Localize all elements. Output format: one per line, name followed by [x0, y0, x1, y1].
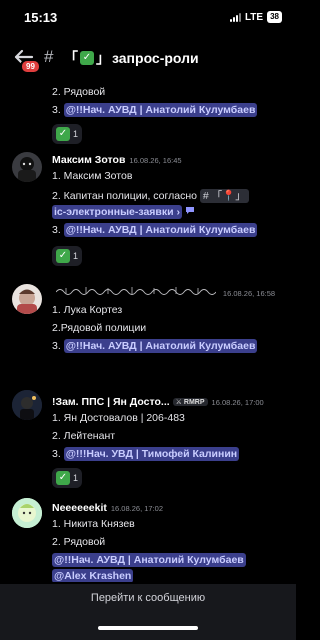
server-tag: ⚔ RMRP — [172, 398, 208, 406]
bracket-close: 」 — [96, 50, 110, 66]
message-line: 2. Рядовой — [52, 86, 106, 98]
status-icons: LTE 38 — [229, 11, 282, 23]
message-line: 1. Максим Зотов — [52, 170, 133, 182]
home-indicator — [98, 626, 198, 630]
channel-title[interactable]: 「 ✓ 」 запрос-роли — [64, 48, 199, 68]
clock: 15:13 — [24, 10, 58, 25]
message-line: 2. Рядовой — [52, 536, 106, 548]
message-line: 3. @!!Нач. АУВД | Анатолий Кулумбаев — [52, 103, 258, 117]
check-emoji-icon: ✓ — [80, 51, 94, 65]
bracket-open: 「 — [64, 50, 78, 66]
message-line: 3. @!!Нач. АУВД | Анатолий Кулумбаев — [52, 339, 258, 353]
network-label: LTE — [244, 11, 264, 23]
role-mention[interactable]: @!!Нач. АУВД | Анатолий Кулумбаев — [63, 223, 258, 237]
check-emoji-icon: ✓ — [55, 249, 70, 263]
message-line: 3. @!!!Нач. УВД | Тимофей Калинин — [52, 447, 240, 461]
message-line: 1. Никита Князев — [52, 518, 135, 530]
message-line: 3. @!!Нач. АУВД | Анатолий Кулумбаев — [52, 223, 258, 237]
jump-to-message-label: Перейти к сообщению — [90, 592, 206, 604]
avatar[interactable] — [12, 284, 42, 314]
message-timestamp: 16.08.26, 17:02 — [110, 504, 164, 513]
message-author[interactable]: !Зам. ППС | Ян Досто... ⚔ RMRP 16.08.26, 1… — [52, 396, 264, 408]
speech-bubble-icon — [185, 207, 194, 214]
avatar[interactable] — [12, 498, 42, 528]
channel-hash-icon: # — [44, 47, 54, 66]
message-line: ic-электронные-заявки › — [52, 205, 195, 219]
check-emoji-icon: ✓ — [55, 127, 70, 141]
role-mention[interactable]: @!!Нач. АУВД | Анатолий Кулумбаев — [63, 103, 258, 117]
channel-link[interactable]: ic-электронные-заявки › — [52, 205, 182, 219]
unread-badge: 99 — [20, 59, 41, 74]
message-feed[interactable]: 2. Рядовой 3. @!!Нач. АУВД | Анатолий Ку… — [0, 80, 296, 582]
reaction-chip[interactable]: ✓ 1 — [52, 246, 82, 266]
message-line: 2. Лейтенант — [52, 430, 116, 442]
decorative-nickname — [55, 287, 217, 295]
role-mention[interactable]: @!!Нач. АУВД | Анатолий Кулумбаев — [63, 339, 258, 353]
jump-to-message-bar[interactable]: Перейти к сообщению — [0, 584, 296, 640]
message-author[interactable]: Neeeeeekit 16.08.26, 17:02 — [52, 502, 163, 514]
role-mention[interactable]: @!!!Нач. УВД | Тимофей Калинин — [63, 447, 240, 461]
message-line: @!!Нач. АУВД | Анатолий Кулумбаев — [52, 553, 246, 567]
check-emoji-icon: ✓ — [55, 471, 70, 485]
message-line: 1. Ян Достовалов | 206-483 — [52, 412, 185, 424]
message-line: @Alex Krashen — [52, 569, 134, 582]
user-mention[interactable]: @Alex Krashen — [52, 569, 134, 582]
message-author[interactable]: Максим Зотов 16.08.26, 16:45 — [52, 154, 182, 166]
avatar[interactable] — [12, 390, 42, 420]
avatar[interactable] — [12, 152, 42, 182]
signal-icon — [229, 12, 241, 22]
screen: 15:13 LTE 38 99 # 「 ✓ 」 запрос-роли 2. Р… — [0, 0, 296, 640]
message-timestamp: 16.08.26, 16:58 — [222, 289, 276, 298]
battery-icon: 38 — [267, 11, 282, 23]
message-timestamp: 16.08.26, 17:00 — [211, 398, 264, 407]
reaction-chip[interactable]: ✓ 1 — [52, 124, 82, 144]
channel-header: 99 # 「 ✓ 」 запрос-роли — [0, 40, 296, 76]
message-line: 2. Капитан полиции, согласно # 「📍」 — [52, 188, 249, 203]
channel-link[interactable]: # 「📍」 — [199, 189, 249, 203]
message-line: 1. Лука Кортез — [52, 304, 123, 316]
role-mention[interactable]: @!!Нач. АУВД | Анатолий Кулумбаев — [52, 553, 246, 567]
channel-name: запрос-роли — [112, 50, 199, 66]
status-bar: 15:13 LTE 38 — [0, 0, 296, 36]
message-line: 2.Рядовой полиции — [52, 322, 147, 334]
message-timestamp: 16.08.26, 16:45 — [129, 156, 182, 165]
reaction-chip[interactable]: ✓ 1 — [52, 468, 82, 488]
message-author[interactable]: 16.08.26, 16:58 — [55, 286, 276, 299]
